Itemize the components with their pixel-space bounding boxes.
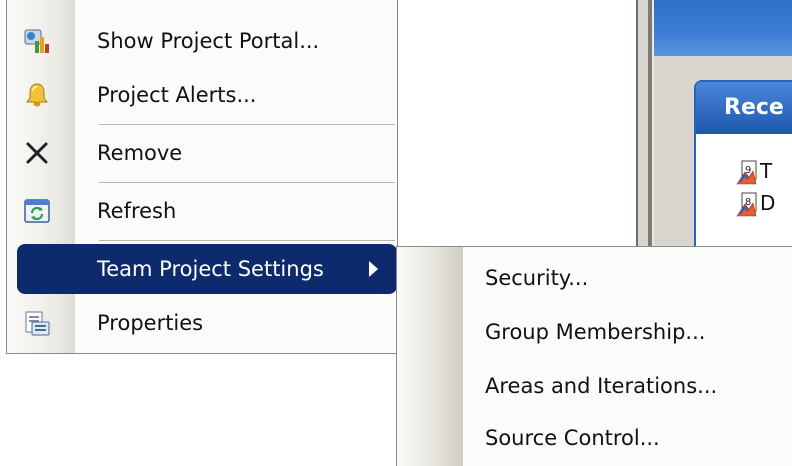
menu-item-remove[interactable]: Remove — [7, 126, 397, 180]
window-banner — [654, 0, 792, 56]
bell-icon — [26, 83, 48, 107]
menu-item-label: Refresh — [97, 199, 177, 223]
work-item-document-icon: 8 — [736, 192, 757, 216]
recent-item-label: T — [760, 159, 773, 183]
recent-item[interactable]: 9 T — [736, 156, 772, 186]
menu-item-label: Properties — [97, 311, 204, 335]
submenu-item-source-control[interactable]: Source Control... — [397, 411, 792, 465]
menu-item-label: Remove — [97, 141, 183, 165]
refresh-icon — [24, 199, 50, 223]
submenu-item-label: Areas and Iterations... — [485, 374, 718, 398]
recent-panel: Rece 9 T 8 D — [694, 80, 792, 250]
submenu-item-label: Security... — [485, 266, 589, 290]
background-window: Rece 9 T 8 D — [636, 0, 792, 250]
recent-item[interactable]: 8 D — [736, 188, 775, 218]
context-menu: Show Project Portal... Project Alerts...… — [6, 0, 398, 354]
properties-icon — [25, 311, 50, 336]
team-project-settings-submenu: Security... Group Membership... Areas an… — [396, 246, 792, 466]
submenu-item-areas-and-iterations[interactable]: Areas and Iterations... — [397, 359, 792, 413]
window-divider — [648, 0, 652, 250]
menu-item-team-project-settings[interactable]: Team Project Settings — [7, 242, 397, 296]
submenu-arrow-icon — [369, 261, 378, 277]
submenu-item-label: Group Membership... — [485, 320, 706, 344]
menu-item-label: Show Project Portal... — [97, 29, 320, 53]
menu-item-show-project-portal[interactable]: Show Project Portal... — [7, 14, 397, 68]
menu-item-label: Project Alerts... — [97, 83, 257, 107]
menu-item-refresh[interactable]: Refresh — [7, 184, 397, 238]
work-item-document-icon: 9 — [736, 160, 757, 184]
menu-item-label: Team Project Settings — [97, 257, 324, 281]
close-x-icon — [26, 142, 48, 164]
submenu-item-label: Source Control... — [485, 426, 660, 450]
project-portal-icon — [24, 29, 49, 53]
submenu-item-security[interactable]: Security... — [397, 251, 792, 305]
recent-panel-title: Rece — [696, 82, 792, 134]
submenu-item-group-membership[interactable]: Group Membership... — [397, 305, 792, 359]
menu-item-properties[interactable]: Properties — [7, 296, 397, 350]
recent-item-label: D — [760, 191, 776, 215]
menu-item-project-alerts[interactable]: Project Alerts... — [7, 68, 397, 122]
